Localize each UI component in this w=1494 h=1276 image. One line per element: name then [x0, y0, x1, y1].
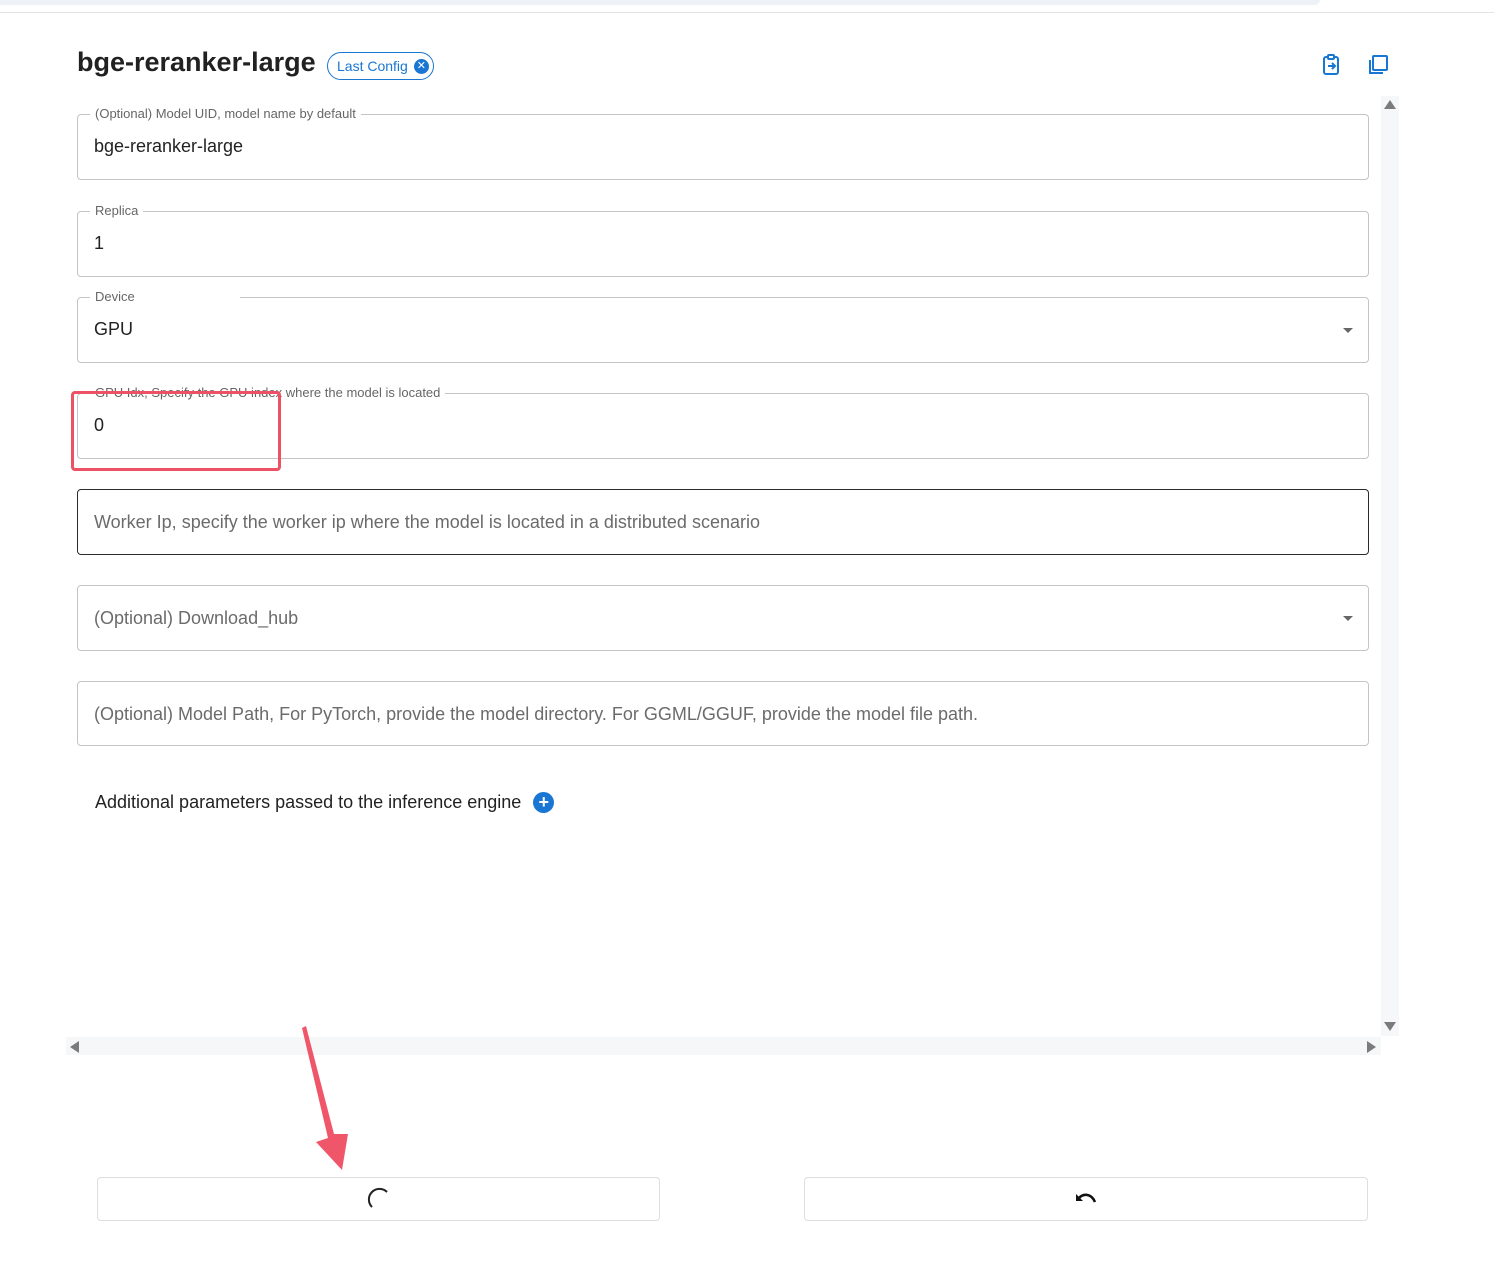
- additional-parameters-label: Additional parameters passed to the infe…: [95, 792, 522, 812]
- model-path-field[interactable]: (Optional) Model Path, For PyTorch, prov…: [77, 681, 1369, 746]
- model-uid-label: (Optional) Model UID, model name by defa…: [90, 105, 361, 123]
- replica-field[interactable]: Replica 1: [77, 202, 1369, 277]
- device-value[interactable]: GPU: [94, 319, 133, 340]
- scroll-down-icon[interactable]: [1384, 1022, 1396, 1031]
- model-uid-value[interactable]: bge-reranker-large: [94, 136, 243, 157]
- device-select[interactable]: Device GPU: [77, 288, 1369, 363]
- scroll-right-icon[interactable]: [1367, 1041, 1376, 1053]
- scroll-up-icon[interactable]: [1384, 100, 1396, 109]
- chip-close-icon[interactable]: ✕: [413, 58, 429, 74]
- browser-tab-strip: [0, 0, 1320, 5]
- model-path-placeholder: (Optional) Model Path, For PyTorch, prov…: [94, 704, 979, 724]
- vertical-scrollbar[interactable]: [1381, 96, 1399, 1036]
- undo-icon: [1076, 1193, 1097, 1203]
- top-divider: [0, 12, 1494, 13]
- download-hub-placeholder: (Optional) Download_hub: [94, 608, 299, 628]
- last-config-chip[interactable]: Last Config ✕: [327, 52, 434, 80]
- replica-label: Replica: [90, 202, 144, 220]
- worker-ip-placeholder: Worker Ip, specify the worker ip where t…: [94, 512, 760, 532]
- download-hub-select[interactable]: (Optional) Download_hub: [77, 585, 1369, 651]
- device-label: Device: [90, 288, 240, 306]
- reset-button[interactable]: [804, 1177, 1368, 1221]
- copy-to-clipboard-icon[interactable]: [1319, 53, 1343, 77]
- replica-value[interactable]: 1: [94, 233, 104, 254]
- model-uid-field[interactable]: (Optional) Model UID, model name by defa…: [77, 105, 1369, 180]
- model-title: bge-reranker-large: [77, 47, 316, 77]
- add-circle-icon[interactable]: +: [533, 792, 555, 813]
- scroll-left-icon[interactable]: [70, 1041, 79, 1053]
- horizontal-scrollbar[interactable]: [66, 1037, 1381, 1055]
- copy-icon[interactable]: [1366, 53, 1390, 77]
- annotation-highlight-box: [71, 391, 281, 471]
- launch-button[interactable]: [97, 1177, 660, 1221]
- chevron-down-icon[interactable]: [1343, 328, 1353, 333]
- annotation-arrow-icon: [302, 1026, 348, 1170]
- loading-spinner-icon: [367, 1187, 388, 1208]
- chevron-down-icon[interactable]: [1343, 616, 1353, 621]
- last-config-label: Last Config: [337, 58, 408, 74]
- additional-parameters-row: Additional parameters passed to the infe…: [95, 792, 555, 813]
- worker-ip-field[interactable]: Worker Ip, specify the worker ip where t…: [77, 489, 1369, 555]
